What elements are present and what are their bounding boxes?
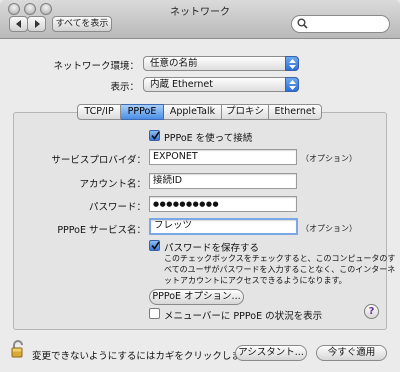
provider-label: サービスプロバイダ： (51, 155, 146, 166)
service-optional-note: （オプション） (301, 224, 357, 233)
lock-hint-text: 変更できないようにするにはカギをクリックします。 (32, 351, 259, 362)
back-button[interactable] (9, 16, 28, 32)
tab-appletalk[interactable]: AppleTalk (164, 104, 222, 120)
apply-now-button[interactable]: 今すぐ適用 (316, 345, 387, 361)
tab-pppoe[interactable]: PPPoE (121, 104, 164, 120)
show-all-button[interactable]: すべてを表示 (52, 16, 112, 32)
password-field[interactable]: ●●●●●●●●●● (149, 196, 297, 212)
network-preferences-window: ネットワーク すべてを表示 ネットワーク環境： 任意の名前 表示： 内蔵 Eth… (0, 0, 400, 372)
assistant-button[interactable]: アシスタント... (235, 345, 307, 361)
location-value: 任意の名前 (150, 58, 198, 69)
checkmark-icon (151, 131, 160, 140)
show-value: 内蔵 Ethernet (150, 79, 213, 90)
tab-tcpip[interactable]: TCP/IP (77, 104, 121, 120)
connect-label: PPPoE を使って接続 (164, 133, 253, 144)
location-label: ネットワーク環境： (53, 61, 139, 72)
pppoe-options-button[interactable]: PPPoE オプション... (149, 289, 244, 305)
save-password-label: パスワードを保存する (164, 243, 260, 254)
checkmark-icon (151, 241, 160, 250)
save-password-description: このチェックボックスをチェックすると、このコンピュータのすべてのユーザがパスワー… (164, 254, 396, 285)
account-label: アカウント名： (79, 179, 146, 190)
show-label: 表示： (110, 82, 139, 93)
popup-arrows-icon (285, 77, 299, 92)
connect-checkbox[interactable] (149, 130, 160, 141)
search-icon (297, 18, 308, 29)
popup-arrows-icon (285, 56, 299, 71)
forward-button[interactable] (27, 16, 46, 32)
menubar-status-label: メニューバーに PPPoE の状況を表示 (164, 311, 323, 322)
title-bar: ネットワーク すべてを表示 (0, 0, 400, 39)
provider-optional-note: （オプション） (301, 154, 357, 163)
account-field[interactable]: 接続ID (149, 173, 297, 189)
provider-field[interactable]: EXPONET (149, 149, 297, 165)
location-popup[interactable]: 任意の名前 (143, 56, 299, 71)
help-button[interactable]: ? (364, 304, 379, 319)
password-label: パスワード： (88, 202, 146, 213)
tab-bar: TCP/IP PPPoE AppleTalk プロキシ Ethernet (77, 104, 322, 120)
service-name-label: PPPoE サービス名： (57, 225, 146, 236)
tab-ethernet[interactable]: Ethernet (269, 104, 322, 120)
back-arrow-icon (15, 20, 21, 28)
service-name-field[interactable]: フレッツ (149, 218, 298, 235)
tab-proxy[interactable]: プロキシ (222, 104, 269, 120)
lock-icon[interactable] (11, 340, 25, 358)
save-password-checkbox[interactable] (149, 240, 160, 251)
menubar-status-checkbox[interactable] (149, 308, 160, 319)
forward-arrow-icon (34, 20, 40, 28)
search-field[interactable] (291, 15, 390, 33)
show-popup[interactable]: 内蔵 Ethernet (143, 77, 299, 92)
